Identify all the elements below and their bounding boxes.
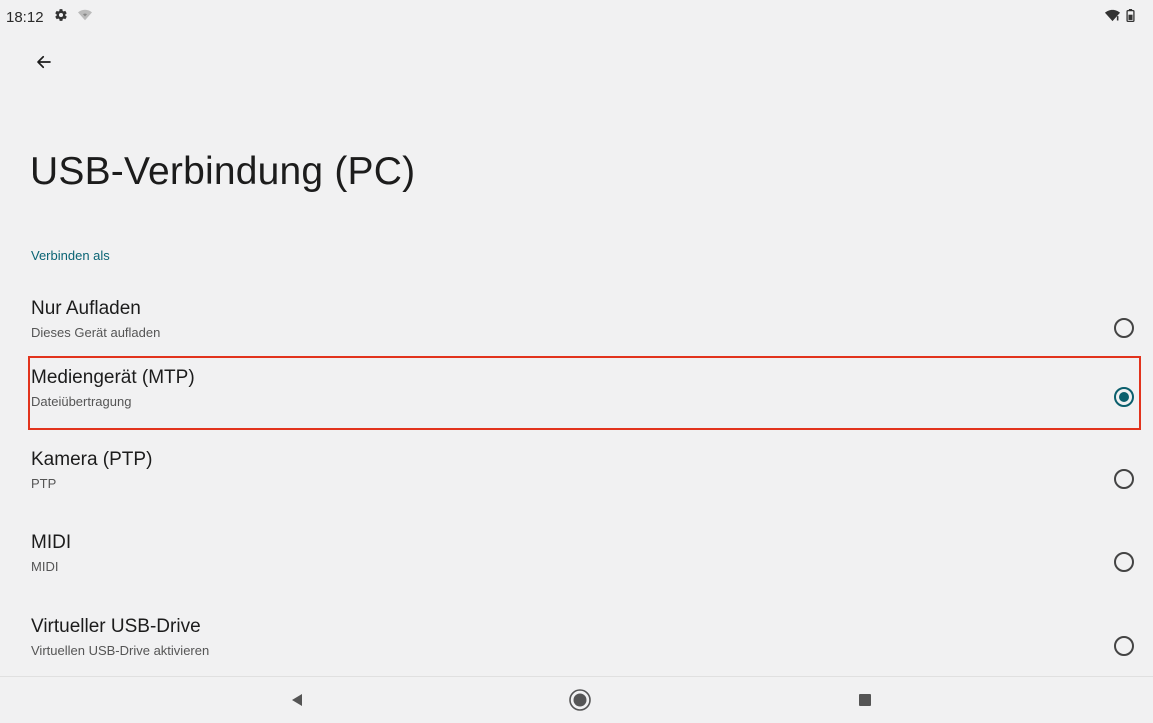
recents-square-icon: [857, 692, 873, 713]
section-header: Verbinden als: [31, 248, 110, 263]
page-title: USB-Verbindung (PC): [30, 150, 416, 193]
option-subtitle: MIDI: [31, 559, 59, 574]
nav-back-button[interactable]: [282, 687, 312, 717]
option-mtp[interactable]: Mediengerät (MTP) Dateiübertragung: [0, 355, 1153, 437]
battery-icon: [1126, 8, 1135, 26]
option-subtitle: Virtuellen USB-Drive aktivieren: [31, 643, 210, 658]
navigation-bar: [0, 676, 1153, 723]
status-bar: 18:12: [0, 0, 1153, 34]
option-ptp[interactable]: Kamera (PTP) PTP: [0, 437, 1153, 519]
nav-recents-button[interactable]: [850, 687, 880, 717]
option-title: Virtueller USB-Drive: [31, 616, 201, 637]
option-subtitle: Dieses Gerät aufladen: [31, 325, 161, 340]
option-title: Kamera (PTP): [31, 449, 153, 470]
option-subtitle: PTP: [31, 476, 57, 491]
home-circle-icon: [568, 688, 592, 717]
status-time: 18:12: [6, 8, 44, 26]
arrow-left-icon: [35, 53, 53, 76]
wifi-weak-icon: [77, 8, 92, 26]
option-title: Nur Aufladen: [31, 298, 141, 319]
nav-home-button[interactable]: [565, 687, 595, 717]
option-title: Mediengerät (MTP): [31, 367, 195, 388]
settings-icon: [54, 8, 68, 26]
radio-button[interactable]: [1114, 636, 1134, 656]
radio-button[interactable]: [1114, 552, 1134, 572]
option-subtitle: Dateiübertragung: [31, 394, 132, 409]
back-triangle-icon: [289, 692, 305, 713]
option-midi[interactable]: MIDI MIDI: [0, 520, 1153, 602]
status-left: 18:12: [6, 8, 92, 26]
option-title: MIDI: [31, 532, 72, 553]
radio-button-selected[interactable]: [1114, 387, 1134, 407]
wifi-icon: [1105, 9, 1120, 26]
status-right: [1105, 8, 1135, 26]
back-button[interactable]: [26, 46, 62, 82]
radio-button[interactable]: [1114, 469, 1134, 489]
radio-button[interactable]: [1114, 318, 1134, 338]
option-virtual-usb[interactable]: Virtueller USB-Drive Virtuellen USB-Driv…: [0, 604, 1153, 686]
